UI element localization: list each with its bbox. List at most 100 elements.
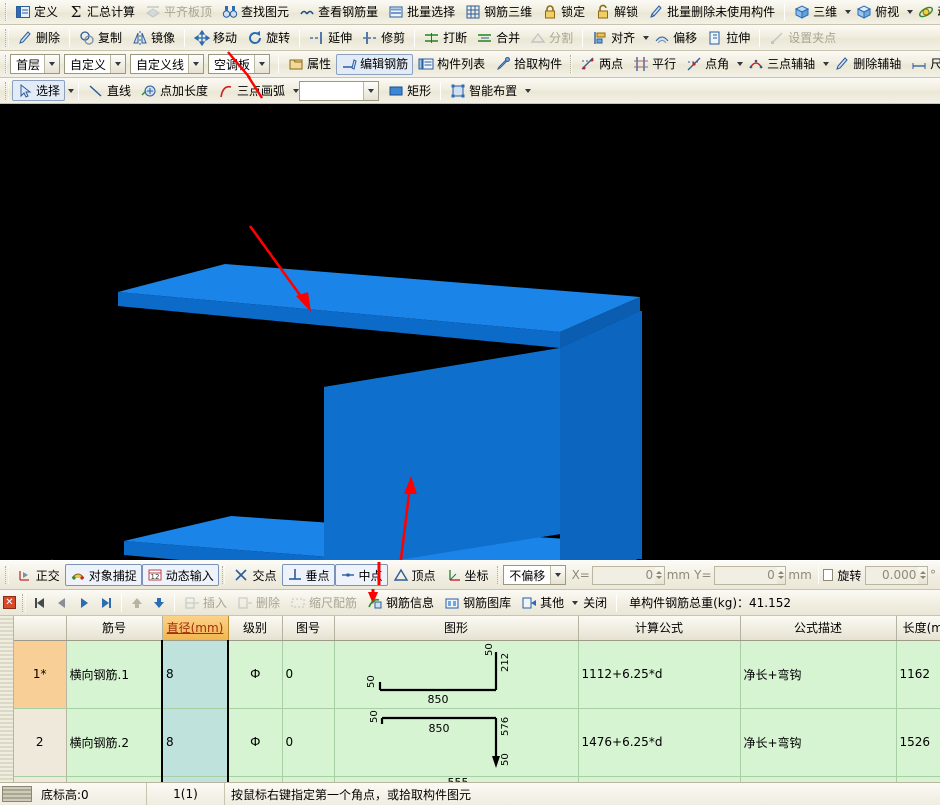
snap-intersection[interactable]: 交点 — [228, 564, 281, 586]
toolbar-button-point-plus-length[interactable]: 点加长度 — [136, 80, 213, 101]
component-subtype-selector[interactable]: 自定义线 — [130, 54, 204, 74]
column-header-index[interactable] — [14, 616, 66, 640]
cell-length[interactable]: 1162 — [896, 640, 940, 708]
toolbar-button-lock[interactable]: 锁定 — [537, 2, 590, 23]
toolbar-button-line[interactable]: 直线 — [83, 80, 136, 101]
cell-drawing-no[interactable]: 0 — [282, 708, 334, 776]
chevron-down-icon[interactable] — [68, 89, 74, 93]
toolbar-button-batch-select[interactable]: 批量选择 — [383, 2, 460, 23]
last-record-button[interactable] — [95, 593, 117, 613]
toolbar-button-align[interactable]: 对齐 — [587, 27, 640, 48]
prev-record-button[interactable] — [51, 593, 73, 613]
toolbar-button-ruler[interactable]: 尺 — [906, 54, 940, 75]
chevron-down-icon[interactable] — [254, 55, 269, 73]
toolbar-grip[interactable] — [5, 55, 7, 73]
toolbar-button-rebar-3d[interactable]: 钢筋三维 — [460, 2, 537, 23]
column-header-drawing-no[interactable]: 图号 — [282, 616, 334, 640]
toolbar-button-trim[interactable]: 修剪 — [357, 27, 410, 48]
toolbar-grip[interactable] — [497, 566, 501, 584]
snap-midpoint[interactable]: 中点 — [335, 564, 388, 586]
toolbar-button-delete[interactable]: 删除 — [12, 27, 65, 48]
toolbar-button-delete-axis[interactable]: 删除辅轴 — [829, 54, 906, 75]
toolbar-button-dynamic-observe[interactable]: 动态观察 — [913, 2, 940, 23]
snap-vertex[interactable]: 顶点 — [388, 564, 441, 586]
cell-rebar-name[interactable]: 横向钢筋.1 — [66, 640, 162, 708]
rotate-stepper[interactable] — [918, 566, 928, 585]
rebar-scale-config-button[interactable]: 缩尺配筋 — [285, 592, 362, 613]
column-header-formula[interactable]: 计算公式 — [578, 616, 740, 640]
column-header-length[interactable]: 长度(mm) — [896, 616, 940, 640]
cell-diameter[interactable]: 8 — [162, 708, 228, 776]
toolbar-button-rectangle[interactable]: 矩形 — [383, 80, 436, 101]
column-header-shape[interactable]: 图形 — [334, 616, 578, 640]
toolbar-button-offset[interactable]: 偏移 — [649, 27, 702, 48]
toolbar-button-parallel-axis[interactable]: 平行 — [628, 54, 681, 75]
column-header-formula-desc[interactable]: 公式描述 — [740, 616, 896, 640]
move-down-button[interactable] — [148, 593, 170, 613]
toolbar-grip[interactable] — [5, 29, 9, 47]
component-name-selector[interactable]: 空调板 — [208, 54, 270, 74]
x-offset-stepper[interactable] — [655, 566, 665, 585]
cell-formula[interactable]: 1112+6.25*d — [578, 640, 740, 708]
toolbar-button-3d-view[interactable]: 三维 — [789, 2, 842, 23]
toolbar-button-set-grip[interactable]: 设置夹点 — [764, 27, 841, 48]
toolbar-button-find-element[interactable]: 查找图元 — [217, 2, 294, 23]
toolbar-button-mirror[interactable]: 镜像 — [127, 27, 180, 48]
column-header-name[interactable]: 筋号 — [66, 616, 162, 640]
toolbar-button-top-view[interactable]: 俯视 — [851, 2, 904, 23]
chevron-down-icon[interactable] — [363, 82, 378, 100]
toolbar-button-select[interactable]: 选择 — [12, 80, 65, 101]
cell-shape[interactable]: 50 850 576 50 — [334, 708, 578, 776]
cell-formula-desc[interactable]: 净长+弯钩 — [740, 640, 896, 708]
toolbar-button-pick-component[interactable]: 拾取构件 — [490, 54, 567, 75]
3d-viewport[interactable]: Z — [0, 104, 940, 560]
cell-grade[interactable]: Ф — [228, 708, 282, 776]
toolbar-button-edit-rebar[interactable]: 编辑钢筋 — [336, 54, 413, 75]
toolbar-grip[interactable] — [5, 566, 9, 584]
column-header-diameter[interactable]: 直径(mm) — [162, 616, 228, 640]
move-up-button[interactable] — [126, 593, 148, 613]
first-record-button[interactable] — [29, 593, 51, 613]
column-header-grade[interactable]: 级别 — [228, 616, 282, 640]
component-type-selector[interactable]: 自定义 — [64, 54, 126, 74]
chevron-down-icon[interactable] — [525, 89, 531, 93]
rebar-info-button[interactable]: 钢筋信息 — [362, 592, 439, 613]
arc-option-selector[interactable] — [299, 81, 379, 101]
toolbar-button-break[interactable]: 打断 — [419, 27, 472, 48]
cell-formula[interactable]: 1476+6.25*d — [578, 708, 740, 776]
cell-formula-desc[interactable]: 净长+弯钩 — [740, 708, 896, 776]
toolbar-button-stretch[interactable]: 拉伸 — [702, 27, 755, 48]
snap-toggle-ortho[interactable]: 正交 — [12, 564, 65, 586]
offset-mode-selector[interactable]: 不偏移 — [503, 565, 565, 585]
toolbar-grip[interactable] — [5, 3, 7, 21]
toolbar-grip[interactable] — [5, 82, 9, 100]
cell-grade[interactable]: Ф — [228, 640, 282, 708]
rotate-checkbox[interactable] — [823, 569, 834, 581]
toolbar-grip[interactable] — [222, 566, 226, 584]
toolbar-button-three-point-axis[interactable]: 三点辅轴 — [743, 54, 820, 75]
rebar-table[interactable]: 筋号 直径(mm) 级别 图号 图形 计算公式 公式描述 长度(mm) 根数 搭… — [0, 616, 940, 803]
snap-toggle-dynamic-input[interactable]: 12 动态输入 — [142, 564, 219, 586]
snap-coordinate[interactable]: 坐标 — [441, 564, 494, 586]
chevron-down-icon[interactable] — [550, 566, 565, 584]
rebar-close-button[interactable]: 关闭 — [578, 592, 612, 613]
toolbar-button-merge[interactable]: 合并 — [472, 27, 525, 48]
cell-rebar-name[interactable]: 横向钢筋.2 — [66, 708, 162, 776]
snap-perpendicular[interactable]: 垂点 — [282, 564, 335, 586]
floor-selector[interactable]: 首层 — [10, 54, 60, 74]
chevron-down-icon[interactable] — [188, 55, 203, 73]
table-row[interactable]: 2 横向钢筋.2 8 Ф 0 — [14, 708, 940, 776]
chevron-down-icon[interactable] — [110, 55, 125, 73]
rebar-insert-button[interactable]: 插入 — [179, 592, 232, 613]
x-offset-input[interactable]: 0 — [592, 566, 656, 585]
rebar-library-button[interactable]: 钢筋图库 — [439, 592, 516, 613]
toolbar-button-two-point-axis[interactable]: 两点 — [575, 54, 628, 75]
y-offset-stepper[interactable] — [777, 566, 787, 585]
rebar-other-button[interactable]: 其他 — [516, 592, 569, 613]
chevron-down-icon[interactable] — [44, 55, 59, 73]
toolbar-grip[interactable] — [570, 55, 572, 73]
toolbar-button-split[interactable]: 分割 — [525, 27, 578, 48]
table-row[interactable]: 1* 横向钢筋.1 8 Ф 0 — [14, 640, 940, 708]
rebar-delete-button[interactable]: 删除 — [232, 592, 285, 613]
next-record-button[interactable] — [73, 593, 95, 613]
